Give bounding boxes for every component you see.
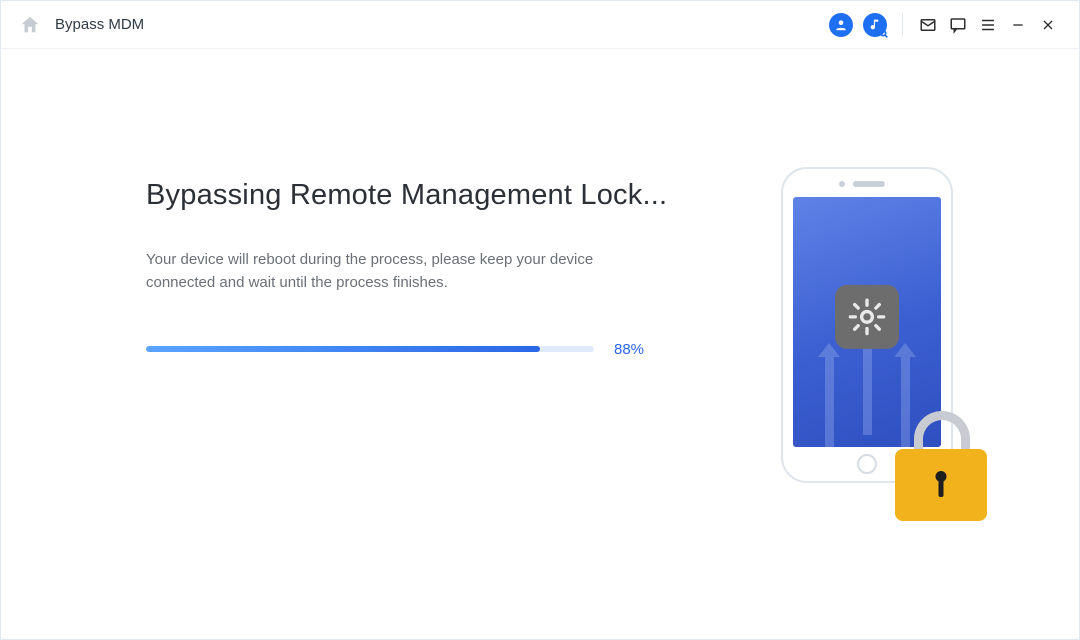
- minimize-icon[interactable]: [1003, 10, 1033, 40]
- progress-percent: 88%: [614, 341, 644, 358]
- app-window: Bypass MDM Bypassing Remote Management L…: [0, 0, 1080, 640]
- page-title: Bypass MDM: [55, 16, 144, 33]
- phone-camera-dot: [839, 181, 845, 187]
- progress-fill: [146, 346, 540, 352]
- feedback-icon[interactable]: [943, 10, 973, 40]
- subtext: Your device will reboot during the proce…: [146, 248, 626, 295]
- main-content: Bypassing Remote Management Lock... Your…: [1, 49, 1079, 639]
- home-icon[interactable]: [19, 14, 41, 36]
- gear-icon: [835, 285, 899, 349]
- account-icon[interactable]: [829, 13, 853, 37]
- close-icon[interactable]: [1033, 10, 1063, 40]
- phone-screen: [793, 197, 941, 447]
- phone-home-button: [857, 454, 877, 474]
- phone-earpiece: [853, 181, 885, 187]
- progress-bar: [146, 346, 594, 352]
- menu-icon[interactable]: [973, 10, 1003, 40]
- titlebar: Bypass MDM: [1, 1, 1079, 49]
- mail-icon[interactable]: [913, 10, 943, 40]
- device-illustration: [781, 167, 971, 507]
- music-search-icon[interactable]: [863, 13, 887, 37]
- titlebar-divider: [902, 13, 903, 37]
- lock-icon: [895, 411, 989, 521]
